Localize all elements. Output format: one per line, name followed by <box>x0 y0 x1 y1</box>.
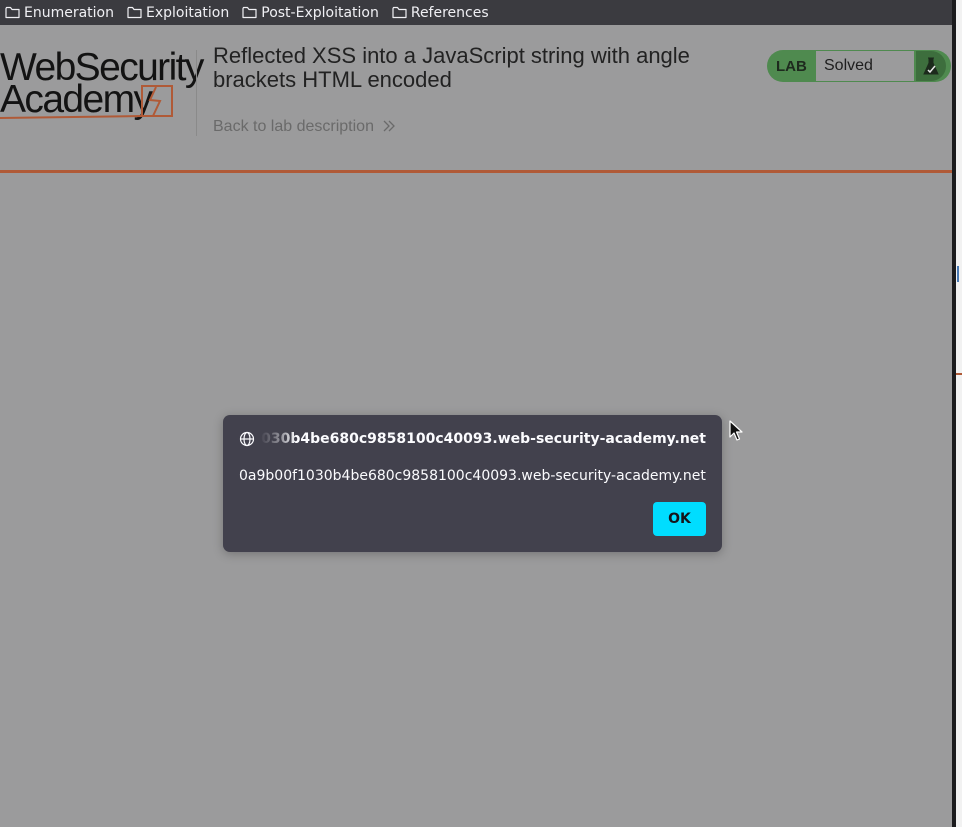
adjacent-window-marker <box>957 266 962 282</box>
folder-icon <box>5 6 20 19</box>
bookmark-folder-references[interactable]: References <box>392 5 489 21</box>
folder-icon <box>127 6 142 19</box>
bookmark-folder-exploitation[interactable]: Exploitation <box>127 5 229 21</box>
bookmark-label: Enumeration <box>24 4 114 21</box>
lab-tag: LAB <box>776 58 807 75</box>
folder-icon <box>392 6 407 19</box>
folder-icon <box>242 6 257 19</box>
lab-status-badge: LAB Solved <box>767 50 951 82</box>
bookmark-label: Post-Exploitation <box>261 4 379 21</box>
adjacent-window-strip <box>956 0 962 827</box>
mouse-cursor-icon <box>729 420 743 441</box>
double-chevron-right-icon <box>382 116 396 137</box>
header-divider <box>196 50 197 136</box>
origin-fade <box>260 427 296 453</box>
dialog-message: 0a9b00f1030b4be680c9858100c40093.web-sec… <box>239 468 706 484</box>
bookmark-label: References <box>410 4 489 21</box>
status-word: Solved <box>824 57 873 74</box>
header-accent-rule <box>0 170 952 173</box>
web-security-academy-logo[interactable]: WebSecurity Academy <box>0 48 204 122</box>
logo-underline-icon <box>0 85 173 119</box>
dialog-header <box>239 431 255 447</box>
ok-button[interactable]: OK <box>653 502 706 536</box>
alert-dialog: 0a9b00f1030b4be680c9858100c40093.web-sec… <box>223 415 722 552</box>
bookmark-label: Exploitation <box>146 4 230 21</box>
bookmark-folder-enumeration[interactable]: Enumeration <box>5 5 114 21</box>
bookmark-folder-post-exploitation[interactable]: Post-Exploitation <box>242 5 379 21</box>
bookmarks-toolbar: Enumeration Exploitation Post-Exploitati… <box>0 0 952 25</box>
back-to-lab-description-link[interactable]: Back to lab description <box>213 116 396 137</box>
adjacent-window-accent <box>956 373 962 375</box>
dialog-origin: 0a9b00f1030b4be680c9858100c40093.web-sec… <box>260 431 706 447</box>
globe-icon <box>239 431 255 447</box>
flask-icon <box>916 51 946 81</box>
lab-title: Reflected XSS into a JavaScript string w… <box>213 43 690 92</box>
back-link-label: Back to lab description <box>213 117 374 135</box>
